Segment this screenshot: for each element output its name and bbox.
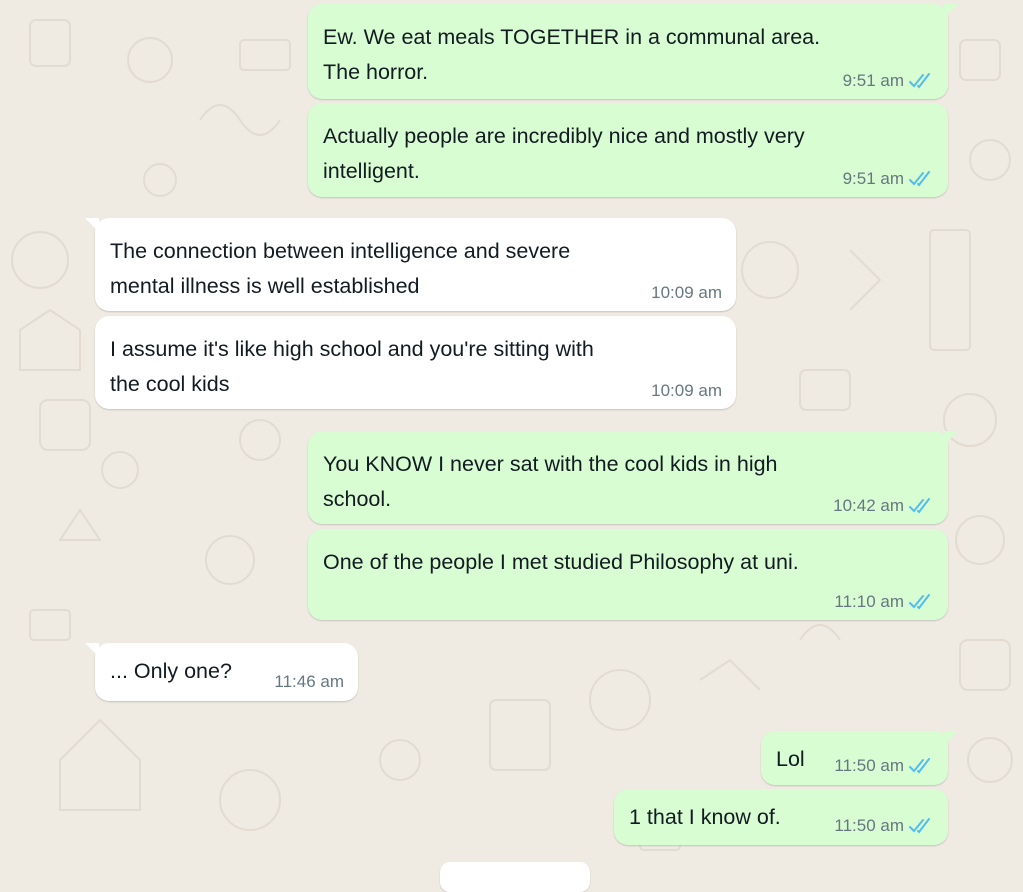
bubble-tail-icon <box>944 431 958 445</box>
incoming-message[interactable]: I assume it's like high school and you'r… <box>95 316 736 409</box>
message-time: 9:51 am <box>842 71 904 90</box>
message-time: 10:42 am <box>833 496 904 515</box>
outgoing-message[interactable]: One of the people I met studied Philosop… <box>308 529 948 620</box>
bubble-tail-icon <box>944 731 958 745</box>
message-meta: 9:51 am <box>843 169 934 189</box>
message-text: 1 that I know of. <box>629 805 781 829</box>
double-check-read-icon <box>909 171 930 187</box>
message-meta: 10:42 am <box>833 496 934 516</box>
message-meta: 11:46 am <box>274 672 344 692</box>
message-meta: 9:51 am <box>843 71 934 91</box>
bubble-tail-icon <box>85 643 99 657</box>
message-text: I assume it's like high school and you'r… <box>110 337 594 396</box>
message-time: 10:09 am <box>651 381 722 400</box>
message-text: Actually people are incredibly nice and … <box>323 124 805 183</box>
message-time: 9:51 am <box>842 169 904 188</box>
incoming-message[interactable]: The connection between intelligence and … <box>85 218 736 311</box>
bubble-tail-icon <box>944 4 958 18</box>
message-text: Ew. We eat meals TOGETHER in a communal … <box>323 25 821 84</box>
message-meta: 10:09 am <box>651 283 722 303</box>
message-meta: 10:09 am <box>651 381 722 401</box>
double-check-read-icon <box>909 818 930 834</box>
double-check-read-icon <box>909 73 930 89</box>
message-meta: 11:10 am <box>834 592 934 612</box>
message-text: Lol <box>776 747 805 771</box>
bubble-tail-icon <box>85 218 99 232</box>
double-check-read-icon <box>909 498 930 514</box>
outgoing-message[interactable]: Actually people are incredibly nice and … <box>308 103 948 197</box>
date-separator-chip <box>440 862 590 892</box>
message-text: One of the people I met studied Philosop… <box>323 550 799 574</box>
outgoing-message[interactable]: 1 that I know of. 11:50 am <box>614 789 948 845</box>
message-time: 11:50 am <box>834 816 904 835</box>
outgoing-message[interactable]: You KNOW I never sat with the cool kids … <box>308 431 958 524</box>
outgoing-message[interactable]: Lol 11:50 am <box>761 731 958 785</box>
message-time: 11:50 am <box>834 756 904 775</box>
message-text: ... Only one? <box>110 659 232 683</box>
message-time: 10:09 am <box>651 283 722 302</box>
message-text: The connection between intelligence and … <box>110 239 571 298</box>
message-time: 11:10 am <box>834 592 904 611</box>
message-meta: 11:50 am <box>834 816 934 836</box>
message-time: 11:46 am <box>274 672 344 691</box>
double-check-read-icon <box>909 594 930 610</box>
incoming-message[interactable]: ... Only one? 11:46 am <box>85 643 358 701</box>
chat-message-list: Ew. We eat meals TOGETHER in a communal … <box>0 0 1023 892</box>
message-meta: 11:50 am <box>834 756 934 776</box>
outgoing-message[interactable]: Ew. We eat meals TOGETHER in a communal … <box>308 4 958 99</box>
double-check-read-icon <box>909 758 930 774</box>
